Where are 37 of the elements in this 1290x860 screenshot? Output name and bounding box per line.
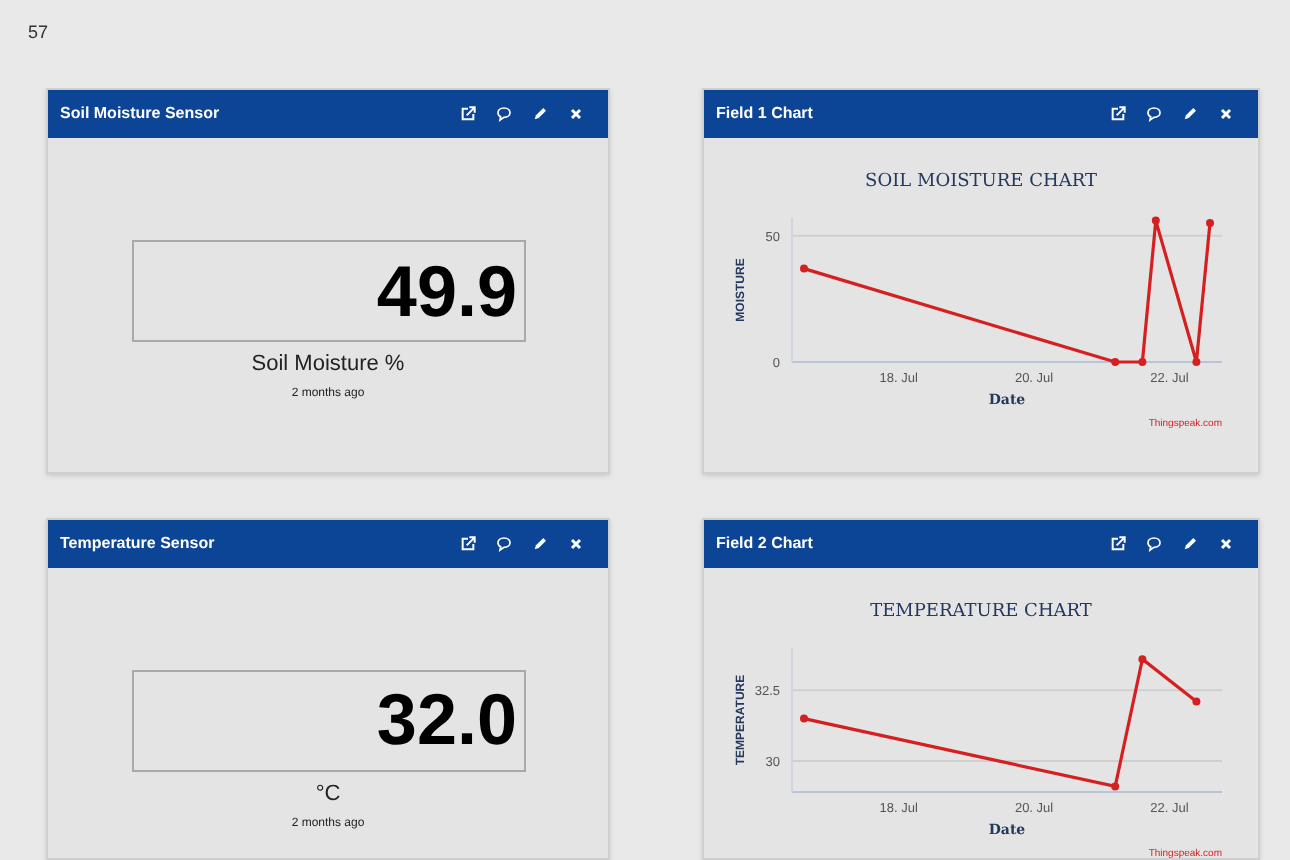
data-point — [800, 264, 808, 273]
external-link-icon[interactable] — [1110, 535, 1126, 551]
chart-title: SOIL MOISTURE CHART — [865, 172, 1097, 192]
close-icon[interactable] — [1218, 106, 1234, 122]
widget-title: Soil Moisture Sensor — [60, 102, 220, 126]
pencil-icon[interactable] — [1182, 535, 1198, 551]
widget-title: Temperature Sensor — [60, 531, 215, 555]
pencil-icon[interactable] — [1182, 106, 1198, 122]
value-display: 32.0 — [131, 669, 525, 771]
data-point — [800, 713, 808, 722]
external-link-icon[interactable] — [1110, 106, 1126, 122]
data-point — [1151, 216, 1160, 225]
data-point — [1138, 358, 1147, 366]
data-point — [1111, 358, 1120, 366]
close-icon[interactable] — [568, 535, 584, 551]
comment-icon[interactable] — [1146, 106, 1162, 122]
value-display: 49.9 — [131, 240, 525, 342]
comment-icon[interactable] — [496, 106, 512, 122]
data-point — [1206, 219, 1214, 227]
close-icon[interactable] — [1218, 535, 1234, 551]
data-point — [1111, 781, 1120, 790]
chart-title: TEMPERATURE CHART — [870, 601, 1092, 621]
external-link-icon[interactable] — [460, 106, 476, 122]
close-icon[interactable] — [568, 106, 584, 122]
widget-title: Field 1 Chart — [716, 102, 813, 126]
page-number: 57 — [28, 24, 51, 42]
unit-label: Soil Moisture % — [251, 354, 405, 376]
pencil-icon[interactable] — [532, 106, 548, 122]
data-point — [1192, 358, 1201, 366]
data-point — [1192, 696, 1201, 705]
unit-label: °C — [315, 783, 341, 805]
external-link-icon[interactable] — [460, 535, 476, 551]
data-point — [1138, 654, 1147, 663]
widget-title: Field 2 Chart — [716, 531, 813, 555]
comment-icon[interactable] — [496, 535, 512, 551]
comment-icon[interactable] — [1146, 535, 1162, 551]
pencil-icon[interactable] — [532, 535, 548, 551]
